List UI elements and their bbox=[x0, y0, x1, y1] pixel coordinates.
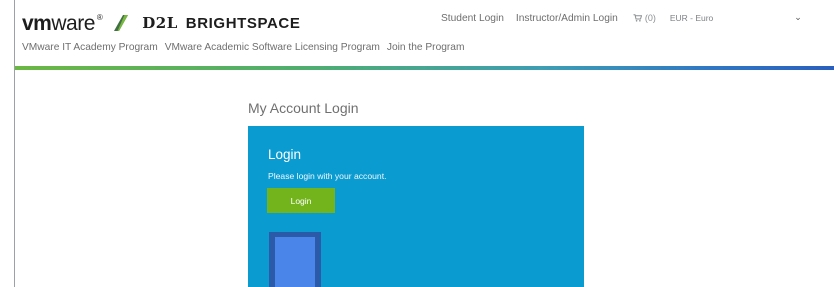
cart-icon bbox=[633, 14, 642, 22]
nav-it-academy[interactable]: VMware IT Academy Program bbox=[22, 42, 158, 53]
nav-software-licensing[interactable]: VMware Academic Software Licensing Progr… bbox=[165, 42, 380, 53]
login-panel-title: Login bbox=[268, 147, 302, 162]
brightspace-text: BRIGHTSPACE bbox=[185, 14, 301, 32]
page-title: My Account Login bbox=[248, 100, 359, 116]
redaction-block-inner bbox=[275, 237, 315, 287]
top-links: Student Login Instructor/Admin Login (0)… bbox=[441, 11, 802, 25]
currency-value: EUR - Euro bbox=[669, 13, 714, 23]
login-panel-subtitle: Please login with your account. bbox=[268, 171, 387, 181]
vmware-logo-vm: vm bbox=[22, 11, 52, 35]
vmware-logo: vm ware ® bbox=[22, 11, 103, 35]
brand-logos[interactable]: vm ware ® D2L BRIGHTSPACE bbox=[22, 11, 300, 35]
chevron-down-icon: ⌄ bbox=[794, 12, 802, 22]
vmware-logo-ware: ware bbox=[51, 11, 95, 35]
d2l-brightspace-logo: D2L BRIGHTSPACE bbox=[142, 14, 300, 32]
program-nav: VMware IT Academy Program VMware Academi… bbox=[22, 42, 464, 53]
nav-join-program[interactable]: Join the Program bbox=[387, 42, 465, 53]
d2l-text: D2L bbox=[142, 14, 178, 32]
accent-gradient-bar bbox=[15, 66, 834, 70]
cart-count: (0) bbox=[644, 13, 656, 23]
student-login-link[interactable]: Student Login bbox=[441, 13, 504, 24]
green-slash-icon bbox=[112, 13, 130, 33]
login-button[interactable]: Login bbox=[267, 188, 335, 213]
login-panel: Login Please login with your account. Lo… bbox=[248, 126, 584, 287]
cart-button[interactable]: (0) bbox=[633, 13, 656, 23]
instructor-login-link[interactable]: Instructor/Admin Login bbox=[516, 13, 618, 24]
redaction-block bbox=[269, 232, 321, 287]
currency-select[interactable]: EUR - Euro ⌄ bbox=[669, 11, 802, 25]
registered-mark: ® bbox=[96, 12, 103, 22]
